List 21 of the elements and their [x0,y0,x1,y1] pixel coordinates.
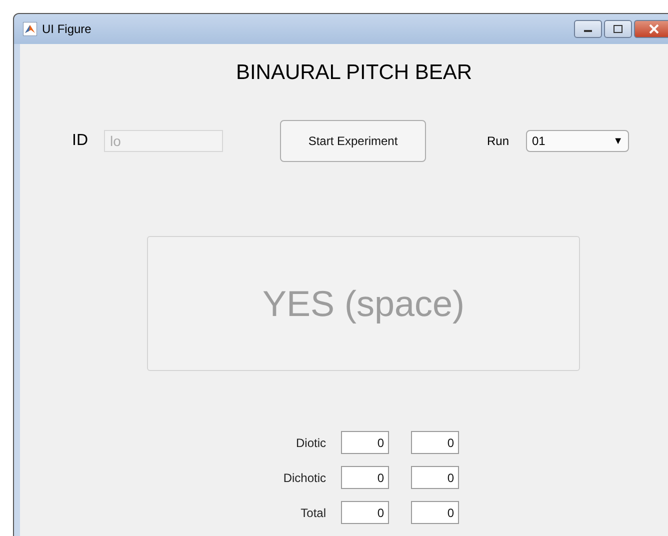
maximize-icon [612,25,624,33]
app-heading: BINAURAL PITCH BEAR [234,61,474,85]
window-title: UI Figure [42,22,92,36]
score-label: Dichotic [282,470,326,484]
score-field[interactable]: 0 [411,501,459,524]
minimize-button[interactable] [574,20,602,38]
start-experiment-button[interactable]: Start Experiment [280,120,426,162]
id-label: ID [72,132,89,150]
score-field[interactable]: 0 [411,466,459,489]
app-icon [23,22,37,36]
score-field[interactable]: 0 [341,501,389,524]
score-label: Total [300,506,326,520]
score-label: Diotic [294,436,326,450]
close-button[interactable] [634,20,668,38]
score-field[interactable]: 0 [411,431,459,454]
score-field[interactable]: 0 [341,466,389,489]
run-dropdown[interactable]: 01 ▼ [526,130,629,152]
close-icon [648,24,660,34]
score-field[interactable]: 0 [341,431,389,454]
maximize-button[interactable] [604,20,632,38]
run-label: Run [487,134,510,148]
